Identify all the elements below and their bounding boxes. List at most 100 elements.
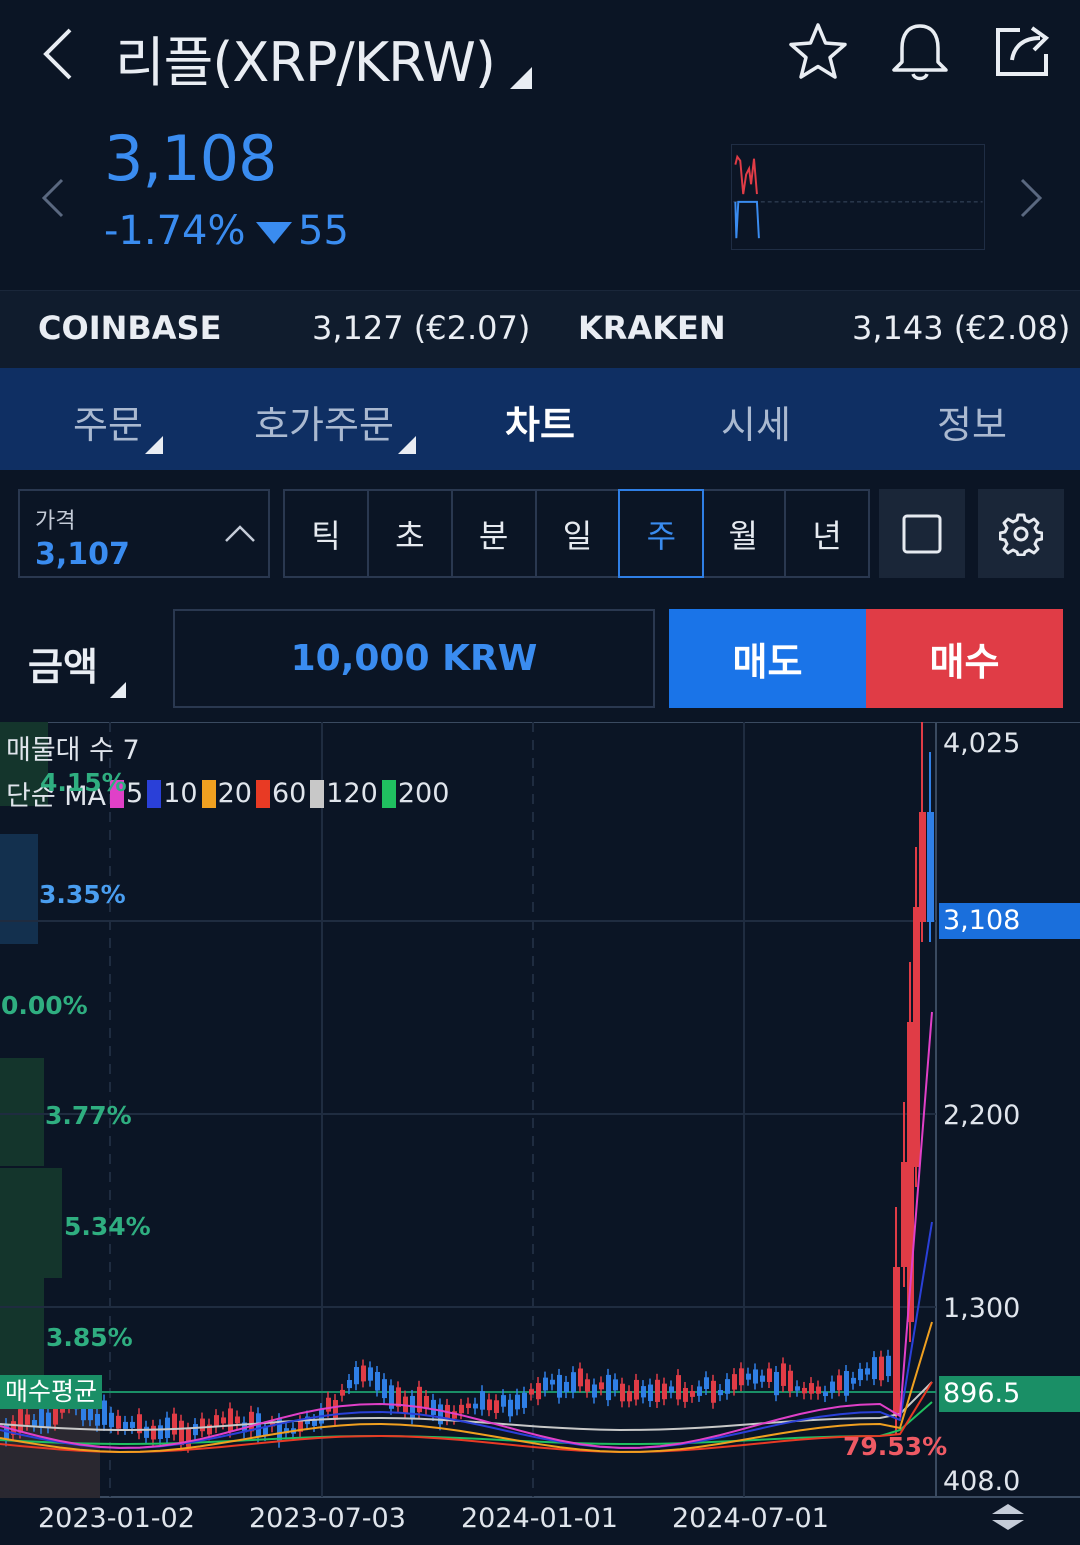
candle-body bbox=[536, 1383, 541, 1400]
period-week[interactable]: 주 bbox=[618, 489, 705, 578]
candle-body bbox=[592, 1384, 597, 1398]
candle-body bbox=[235, 1416, 240, 1424]
candle-body bbox=[767, 1368, 772, 1382]
square-icon bbox=[902, 514, 942, 553]
tab-order-dropdown-icon[interactable] bbox=[145, 436, 163, 454]
period-selector: 틱 초 분 일 주 월 년 bbox=[283, 489, 870, 578]
candle-body bbox=[424, 1395, 429, 1409]
exchange-price: 3,127 (€2.07) bbox=[312, 309, 531, 347]
candle-body bbox=[144, 1426, 149, 1438]
candle-body bbox=[487, 1399, 492, 1411]
candle-body bbox=[438, 1404, 443, 1425]
candle-body bbox=[312, 1420, 317, 1426]
chevron-up-icon bbox=[225, 525, 255, 542]
next-coin-icon[interactable] bbox=[1016, 176, 1046, 220]
period-second[interactable]: 초 bbox=[369, 491, 453, 576]
candle-body bbox=[865, 1368, 870, 1375]
candle-body bbox=[872, 1357, 877, 1380]
star-icon[interactable] bbox=[786, 20, 850, 84]
candle-body bbox=[913, 907, 920, 1167]
candle-body bbox=[564, 1381, 569, 1393]
candle-body bbox=[718, 1389, 723, 1396]
amount-input[interactable]: 10,000 KRW bbox=[173, 609, 655, 708]
title-dropdown-icon[interactable] bbox=[510, 67, 532, 89]
tab-info[interactable]: 정보 bbox=[872, 394, 1072, 449]
candle-body bbox=[88, 1408, 93, 1421]
price-chart[interactable]: 매물대 수 7 단순 MA 5 10 20 60 120 200 4.15% 3… bbox=[0, 722, 1080, 1545]
avg-price-tag: 896.5 bbox=[939, 1376, 1080, 1412]
candle-body bbox=[130, 1421, 135, 1428]
ma120-swatch bbox=[310, 779, 325, 808]
buy-button[interactable]: 매수 bbox=[866, 609, 1063, 708]
tab-quotes[interactable]: 시세 bbox=[656, 394, 856, 449]
volume-profile-pct: 3.35% bbox=[39, 880, 126, 909]
candle-body bbox=[704, 1377, 709, 1390]
candle-body bbox=[760, 1375, 765, 1382]
ma-period: 10 bbox=[163, 778, 198, 809]
mini-chart bbox=[731, 144, 985, 250]
candle-body bbox=[326, 1397, 331, 1412]
candle-body bbox=[851, 1377, 856, 1384]
candle-body bbox=[18, 1409, 23, 1433]
candle-body bbox=[368, 1367, 373, 1381]
exchange-bar: COINBASE 3,127 (€2.07) KRAKEN 3,143 (€2.… bbox=[0, 290, 1080, 368]
candle-body bbox=[522, 1392, 527, 1408]
ma-period: 120 bbox=[326, 778, 378, 809]
candle-body bbox=[683, 1387, 688, 1402]
candle-body bbox=[543, 1377, 548, 1391]
candle-body bbox=[214, 1415, 219, 1428]
candle-body bbox=[739, 1368, 744, 1386]
candle-body bbox=[655, 1379, 660, 1402]
candle-body bbox=[746, 1373, 751, 1380]
tab-limit-order[interactable]: 호가주문 bbox=[224, 394, 424, 449]
main-tabs: 주문 호가주문 차트 시세 정보 bbox=[0, 368, 1080, 470]
candle-body bbox=[172, 1413, 177, 1435]
period-month[interactable]: 월 bbox=[702, 491, 787, 576]
tab-limit-order-dropdown-icon[interactable] bbox=[398, 436, 416, 454]
candle-body bbox=[501, 1395, 506, 1407]
candle-body bbox=[886, 1355, 891, 1377]
amount-type-label[interactable]: 금액 bbox=[28, 636, 98, 691]
ma10-swatch bbox=[147, 779, 162, 808]
candle-body bbox=[578, 1368, 583, 1387]
candle-body bbox=[109, 1412, 114, 1428]
exchange-price: 3,143 (€2.08) bbox=[852, 309, 1071, 347]
ma-period: 20 bbox=[217, 778, 252, 809]
ma-period: 5 bbox=[126, 778, 144, 809]
chart-canvas[interactable] bbox=[0, 722, 1080, 1545]
back-icon[interactable] bbox=[36, 22, 86, 86]
bell-icon[interactable] bbox=[888, 20, 952, 84]
share-icon[interactable] bbox=[990, 20, 1054, 84]
return-percent: 79.53% bbox=[843, 1432, 948, 1461]
current-price: 3,108 bbox=[104, 122, 277, 195]
candle-body bbox=[816, 1386, 821, 1394]
price-selector-label: 가격 bbox=[35, 509, 76, 534]
candle-body bbox=[263, 1427, 268, 1436]
candle-body bbox=[508, 1399, 513, 1417]
period-year[interactable]: 년 bbox=[786, 491, 868, 576]
price-selector[interactable]: 가격 3,107 bbox=[18, 489, 270, 578]
tab-order[interactable]: 주문 bbox=[8, 394, 208, 449]
change-amount: 55 bbox=[298, 208, 349, 254]
page-title[interactable]: 리플(XRP/KRW) bbox=[115, 18, 496, 97]
period-tick[interactable]: 틱 bbox=[285, 491, 369, 576]
candle-body bbox=[340, 1389, 345, 1396]
tab-chart[interactable]: 차트 bbox=[440, 394, 640, 449]
candle-body bbox=[669, 1386, 674, 1393]
amount-type-dropdown-icon[interactable] bbox=[110, 682, 126, 698]
chart-settings-button[interactable] bbox=[978, 489, 1064, 578]
candle-body bbox=[809, 1383, 814, 1394]
candle-body bbox=[39, 1409, 44, 1428]
chart-resize-icon[interactable] bbox=[990, 1502, 1026, 1532]
prev-coin-icon[interactable] bbox=[38, 176, 68, 220]
candle-body bbox=[480, 1391, 485, 1410]
sell-button[interactable]: 매도 bbox=[669, 609, 866, 708]
period-day[interactable]: 일 bbox=[537, 491, 621, 576]
period-minute[interactable]: 분 bbox=[453, 491, 537, 576]
candle-body bbox=[781, 1363, 786, 1386]
fullscreen-button[interactable] bbox=[879, 489, 965, 578]
y-axis-tick: 2,200 bbox=[943, 1100, 1021, 1131]
candle-body bbox=[95, 1413, 100, 1426]
change-percent: -1.74% bbox=[104, 208, 246, 254]
candle-body bbox=[193, 1424, 198, 1436]
